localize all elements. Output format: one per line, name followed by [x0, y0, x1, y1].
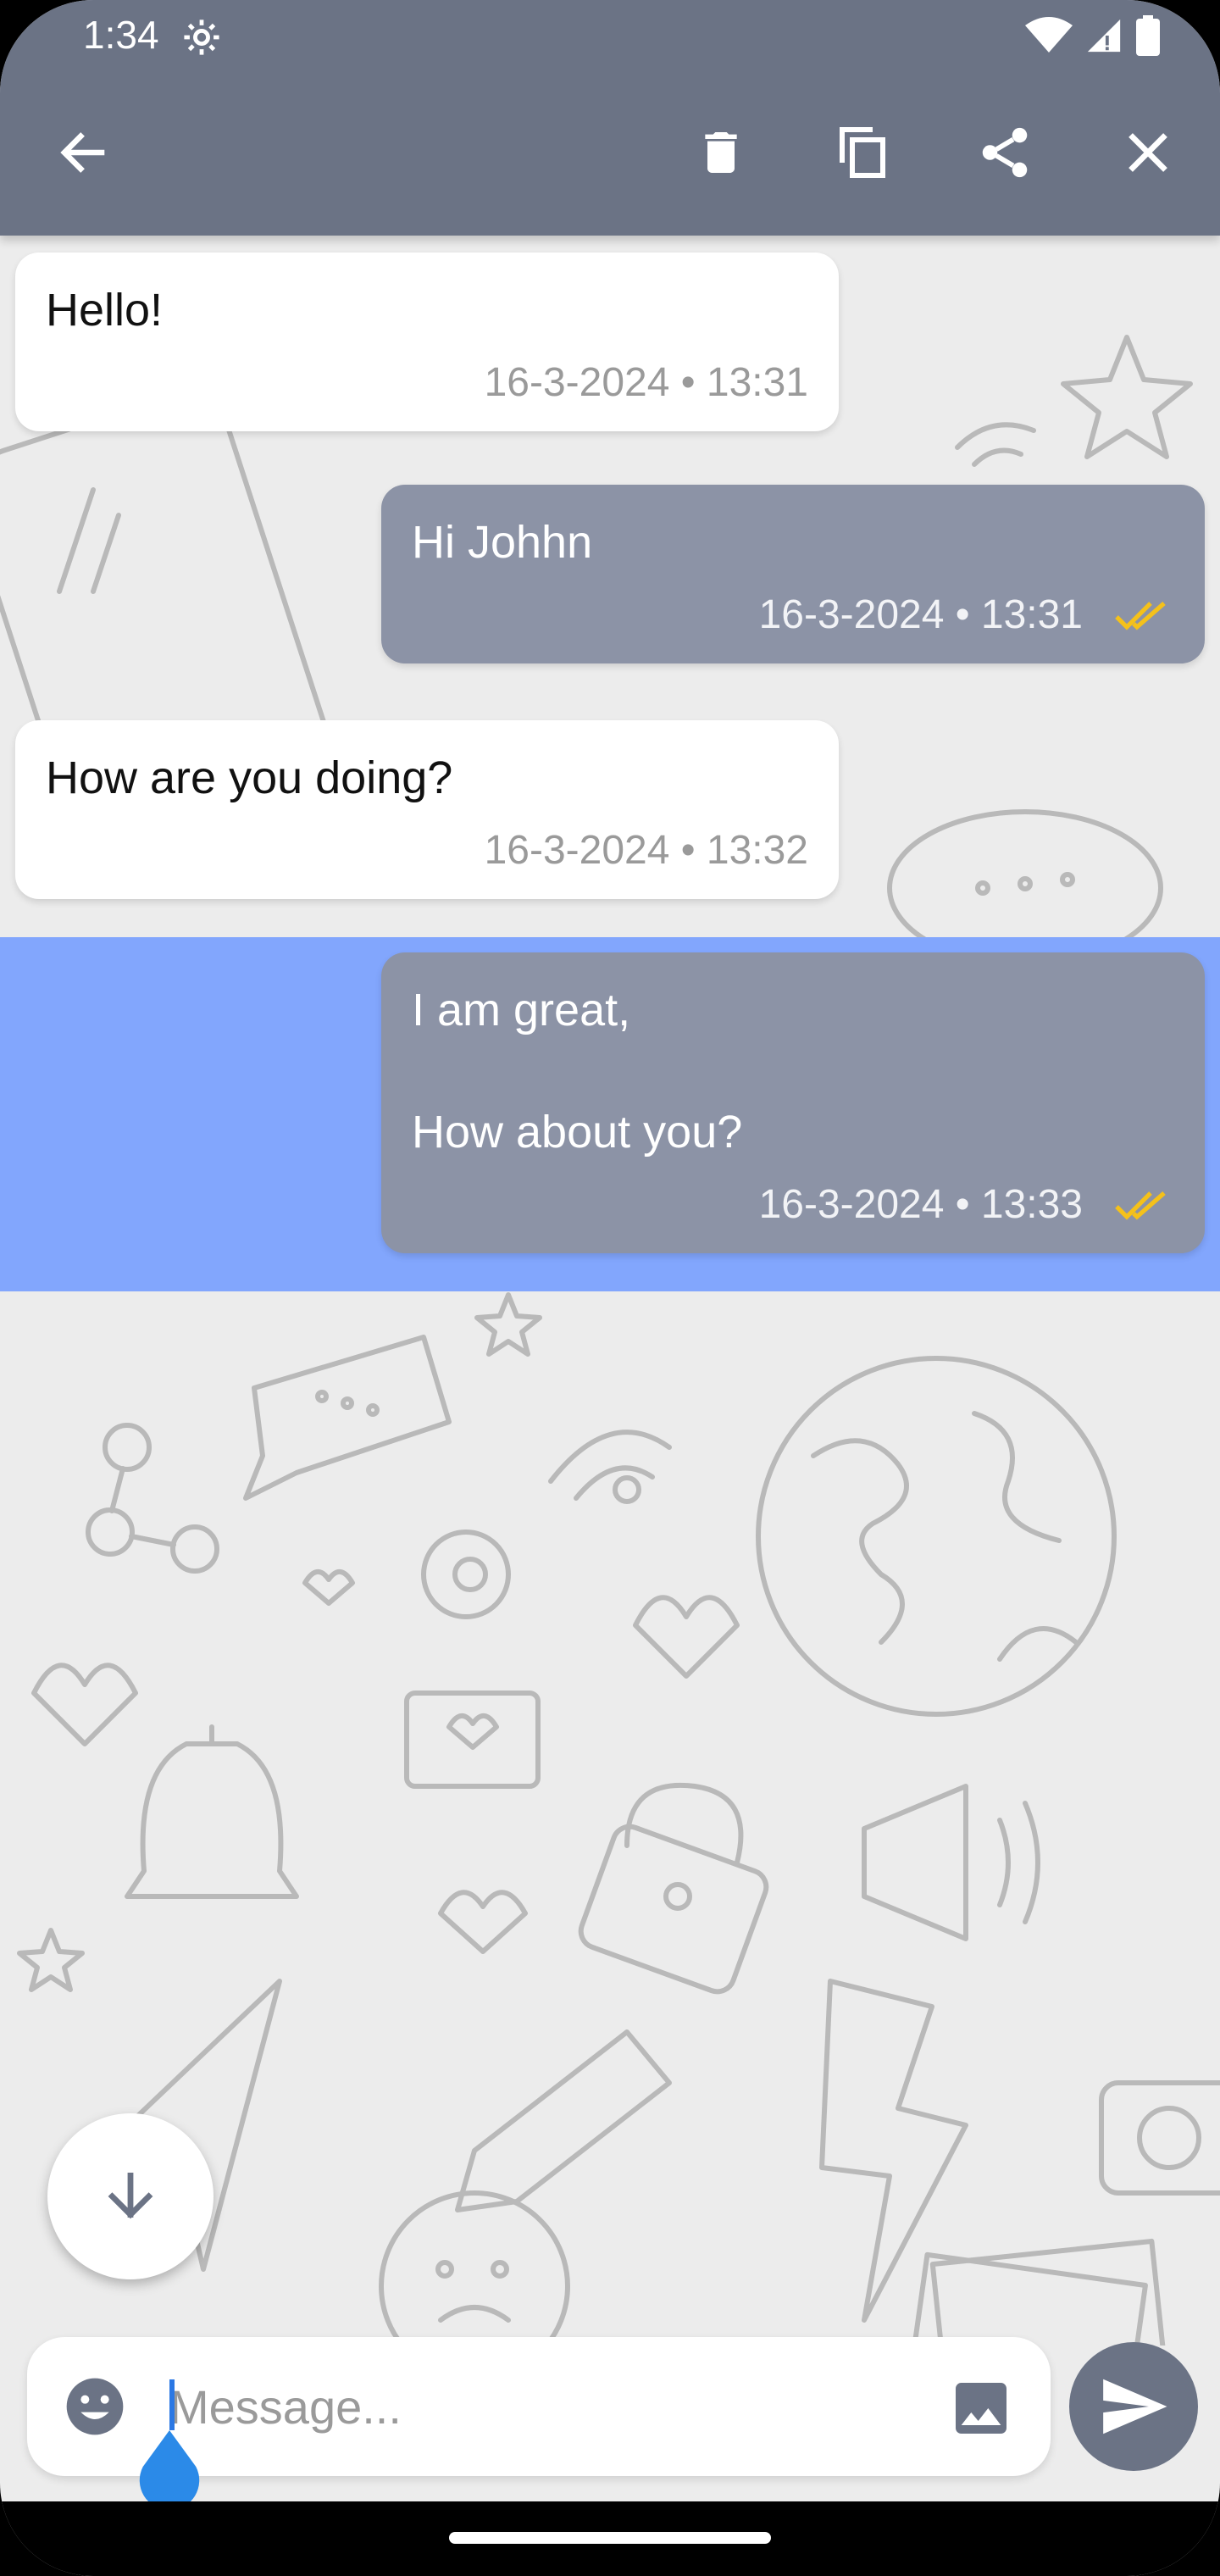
- app-bar: 1:34: [0, 0, 1220, 236]
- message-timestamp: 16-3-2024 • 13:32: [484, 828, 808, 873]
- message-timestamp: 16-3-2024 • 13:31: [758, 592, 1083, 637]
- cellular-signal-icon: [1087, 19, 1121, 53]
- send-icon: [1103, 2379, 1167, 2434]
- home-gesture-handle[interactable]: [449, 2532, 771, 2544]
- message-input[interactable]: [169, 2371, 932, 2442]
- message-bubble-outgoing[interactable]: Hi Johhn 16-3-2024 • 13:31: [381, 485, 1205, 663]
- wifi-icon: [1025, 17, 1073, 53]
- message-timestamp: 16-3-2024 • 13:31: [484, 360, 808, 405]
- settings-gear-icon: [184, 19, 219, 55]
- emoji-button[interactable]: [61, 2373, 129, 2440]
- trash-icon: [705, 132, 737, 173]
- back-button[interactable]: [42, 112, 124, 193]
- message-bubble-incoming[interactable]: Hello! 16-3-2024 • 13:31: [15, 253, 839, 431]
- attach-image-button[interactable]: [947, 2374, 1015, 2442]
- chat-screen: 1:34 Hello! 16-3-2024 • 13:31 Hi Johhn 1…: [0, 0, 1220, 2576]
- arrow-down-icon: [108, 2172, 153, 2219]
- battery-icon: [1136, 15, 1160, 56]
- scroll-to-bottom-button[interactable]: [47, 2113, 214, 2279]
- read-receipt-icon: [1115, 601, 1166, 630]
- message-bubble-outgoing-selected[interactable]: I am great, How about you? 16-3-2024 • 1…: [381, 952, 1205, 1253]
- text-selection-handle[interactable]: [136, 2430, 203, 2507]
- message-text: Hello!: [46, 285, 164, 336]
- close-selection-button[interactable]: [1107, 112, 1189, 193]
- message-bubble-incoming[interactable]: How are you doing? 16-3-2024 • 13:32: [15, 720, 839, 899]
- back-arrow-icon: [60, 132, 105, 173]
- read-receipt-icon: [1115, 1191, 1166, 1220]
- close-icon: [1128, 133, 1167, 172]
- status-indicators: [1025, 15, 1161, 56]
- send-button[interactable]: [1069, 2342, 1198, 2471]
- status-time: 1:34: [83, 13, 159, 57]
- delete-button[interactable]: [680, 112, 762, 193]
- message-timestamp: 16-3-2024 • 13:33: [758, 1182, 1083, 1227]
- message-text: I am great, How about you?: [412, 985, 743, 1158]
- message-text: Hi Johhn: [412, 517, 593, 568]
- image-icon: [956, 2383, 1006, 2434]
- message-text: How are you doing?: [46, 752, 453, 803]
- share-button[interactable]: [964, 112, 1045, 193]
- text-cursor: [169, 2379, 175, 2430]
- copy-icon: [840, 127, 885, 178]
- copy-button[interactable]: [822, 112, 903, 193]
- share-icon: [982, 127, 1028, 178]
- emoji-icon: [66, 2378, 124, 2435]
